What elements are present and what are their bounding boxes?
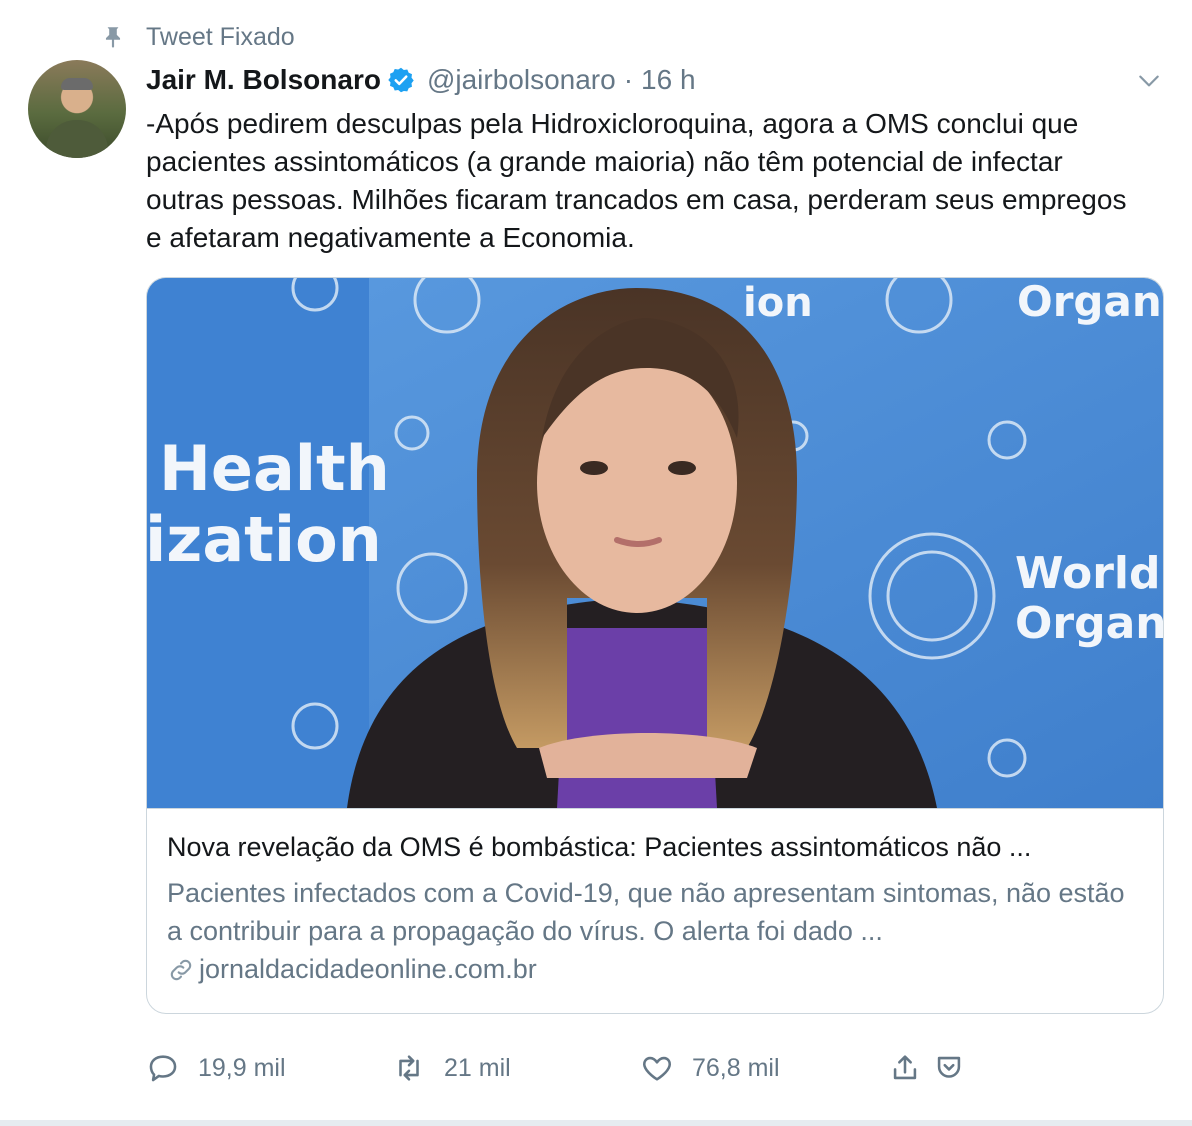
link-preview-card[interactable]: Health ization ion Organiz World H Organ… [146, 277, 1164, 1014]
share-icon [893, 1055, 917, 1080]
tweet-actions: 19,9 mil 21 mil 76,8 mil [146, 1046, 1176, 1090]
pinned-tweet-label: Tweet Fixado [100, 20, 295, 54]
share-button[interactable] [888, 1046, 922, 1090]
chevron-down-icon[interactable] [1136, 68, 1162, 94]
avatar[interactable] [28, 60, 126, 158]
author-handle[interactable]: @jairbolsonaro [427, 64, 616, 96]
reply-count: 19,9 mil [198, 1053, 286, 1082]
retweet-button[interactable]: 21 mil [392, 1046, 511, 1090]
tweet-text: -Após pedirem desculpas pela Hidroxiclor… [146, 108, 1127, 253]
pin-icon [105, 27, 121, 48]
card-domain-text: jornaldacidadeonline.com.br [199, 954, 537, 984]
backdrop-text-ization: ization [147, 503, 382, 576]
reply-button[interactable]: 19,9 mil [146, 1046, 286, 1090]
separator-dot: · [623, 64, 634, 95]
card-image: Health ization ion Organiz World H Organ… [147, 278, 1163, 809]
timeline-divider [0, 1120, 1192, 1126]
card-title[interactable]: Nova revelação da OMS é bombástica: Paci… [167, 832, 1147, 863]
verified-badge-icon [388, 67, 414, 93]
pinned-label: Tweet Fixado [146, 22, 295, 51]
like-button[interactable]: 76,8 mil [640, 1046, 780, 1090]
retweet-icon [399, 1055, 419, 1081]
backdrop-text-organiz: Organiz [1015, 598, 1163, 649]
card-domain[interactable]: jornaldacidadeonline.com.br [167, 954, 537, 985]
backdrop-text-ion: ion [743, 280, 813, 326]
card-description: Pacientes infectados com a Covid-19, que… [167, 878, 1125, 946]
reply-icon [149, 1055, 177, 1082]
tweet-header: Jair M. Bolsonaro @jairbolsonaro · 16 h [146, 60, 696, 100]
author-name[interactable]: Jair M. Bolsonaro [146, 64, 381, 96]
backdrop-text-world: World H [1015, 548, 1163, 599]
backdrop-text-organiz-top: Organiz [1017, 278, 1163, 326]
pocket-icon [937, 1056, 961, 1078]
save-to-pocket-button[interactable] [932, 1046, 966, 1090]
backdrop-text-health: Health [159, 432, 390, 505]
link-icon [170, 959, 192, 980]
like-count: 76,8 mil [692, 1053, 780, 1082]
heart-icon [643, 1056, 671, 1081]
retweet-count: 21 mil [444, 1053, 511, 1082]
tweet-timestamp[interactable]: 16 h [641, 64, 696, 96]
